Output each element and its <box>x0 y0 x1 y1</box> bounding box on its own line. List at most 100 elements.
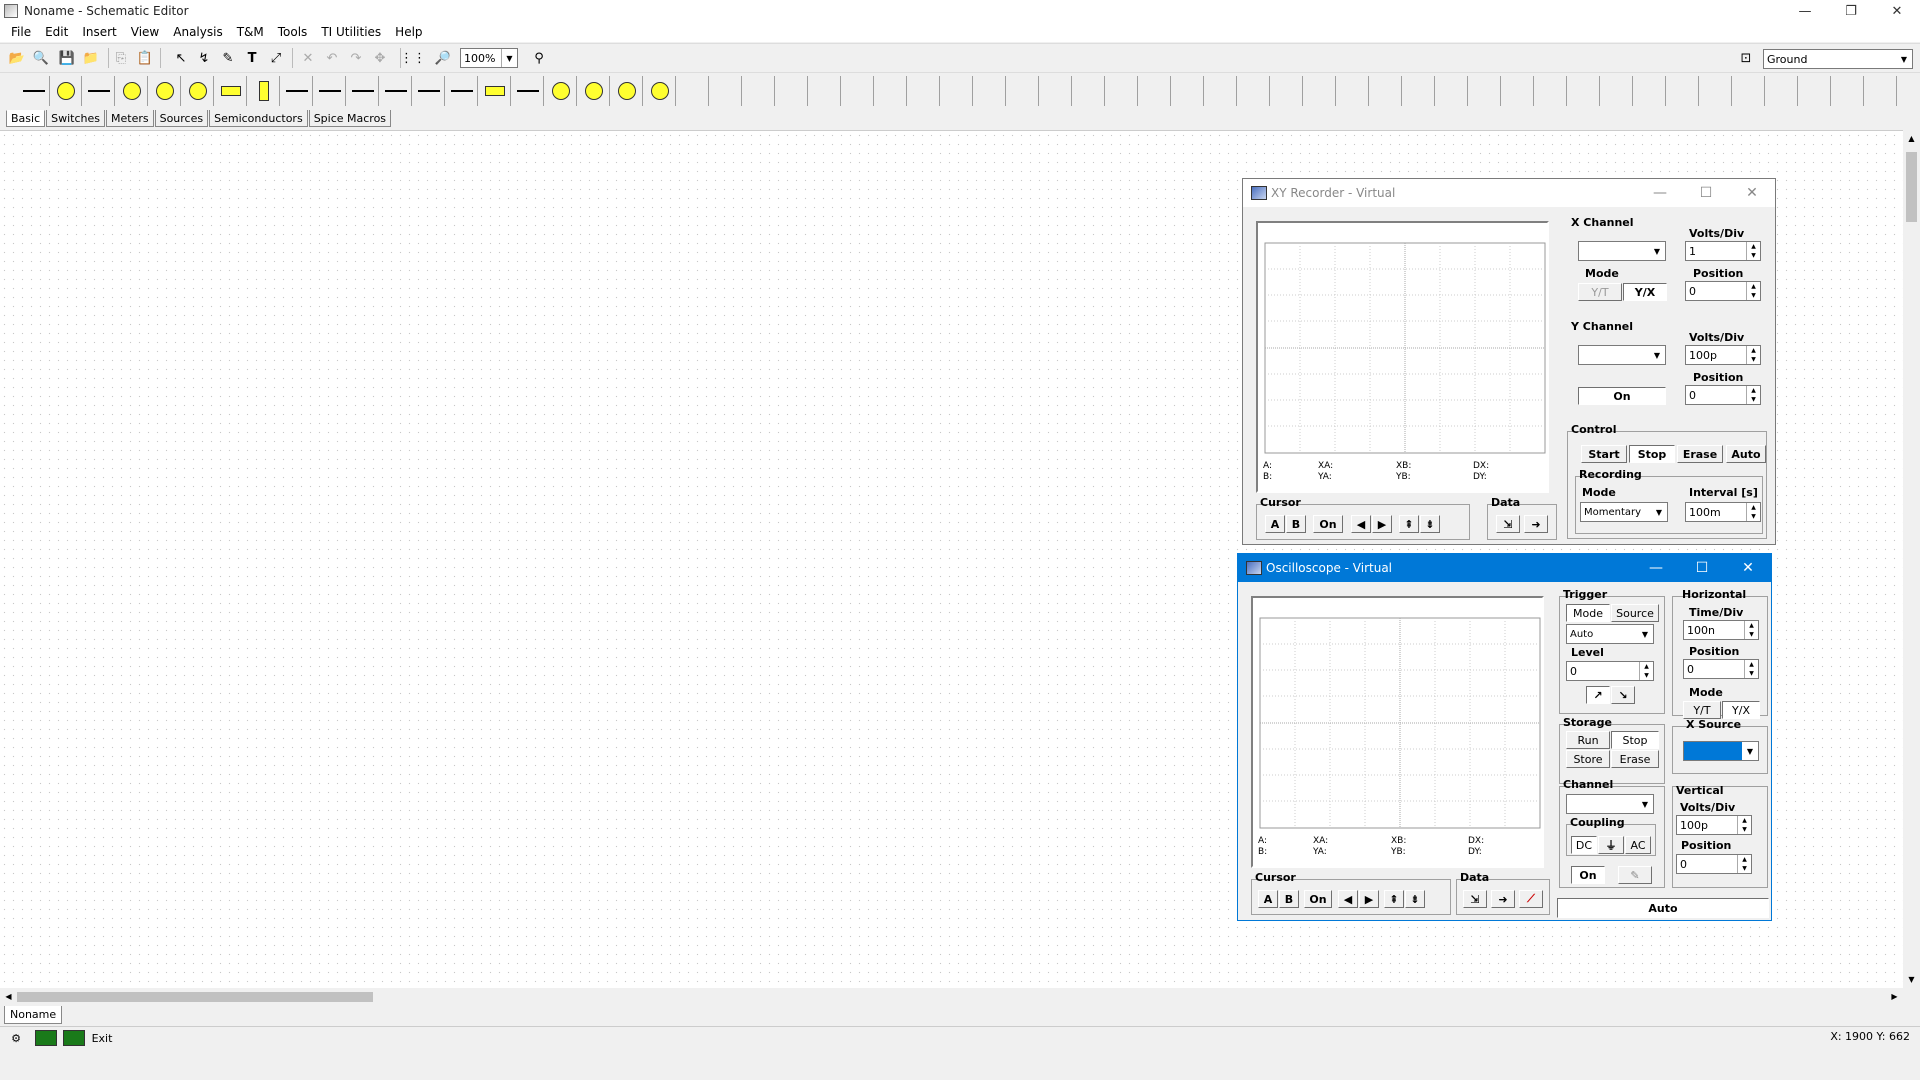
erase-button[interactable]: Erase <box>1611 750 1659 768</box>
x-channel-select[interactable]: ▼ <box>1578 241 1666 261</box>
ground-coupling-icon[interactable]: ⏚ <box>1598 836 1624 854</box>
palette-battery[interactable] <box>83 76 115 106</box>
palette-coupled-inductor[interactable] <box>380 76 412 106</box>
rising-edge-icon[interactable]: ↗ <box>1586 686 1610 704</box>
ac-button[interactable]: AC <box>1625 836 1651 854</box>
y-volts-div-spinner[interactable]: 100p ▲ ▼ <box>1685 345 1761 365</box>
scroll-down-icon[interactable]: ▼ <box>1903 971 1920 988</box>
spin-down-icon[interactable]: ▼ <box>1738 864 1751 873</box>
move-icon[interactable]: ✥ <box>369 47 391 69</box>
spin-down-icon[interactable]: ▼ <box>1738 825 1751 834</box>
scroll-thumb[interactable] <box>1906 152 1917 222</box>
vertical-scrollbar[interactable]: ▲ ▼ <box>1903 130 1920 988</box>
cursor-right-icon[interactable]: ▶ <box>1372 515 1392 533</box>
spin-up-icon[interactable]: ▲ <box>1747 282 1760 291</box>
stop-button[interactable]: Stop <box>1611 731 1659 749</box>
run-button[interactable]: Run <box>1566 731 1610 749</box>
menu-help[interactable]: Help <box>388 25 429 39</box>
palette-controlled-source[interactable] <box>578 76 610 106</box>
spin-down-icon[interactable]: ▼ <box>1747 395 1760 404</box>
scroll-up-icon[interactable]: ▲ <box>1903 130 1920 147</box>
dc-button[interactable]: DC <box>1571 836 1597 854</box>
spin-up-icon[interactable]: ▲ <box>1747 386 1760 395</box>
zoom-icon[interactable]: 🔎 <box>432 47 454 69</box>
x-mode-yx-button[interactable]: Y/X <box>1623 283 1667 301</box>
maximize-button[interactable]: ❐ <box>1828 0 1874 22</box>
palette-switch[interactable] <box>413 76 445 106</box>
trigger-source-button[interactable]: Source <box>1611 604 1659 622</box>
cursor-up-icon[interactable]: ⇞ <box>1384 890 1404 908</box>
x-position-spinner[interactable]: 0 ▲ ▼ <box>1685 281 1761 301</box>
start-button[interactable]: Start <box>1581 445 1627 463</box>
palette-potentiometer[interactable] <box>479 76 511 106</box>
monitor-2-icon[interactable] <box>62 1029 86 1047</box>
close-button[interactable]: ✕ <box>1874 0 1920 22</box>
spin-down-icon[interactable]: ▼ <box>1747 291 1760 300</box>
tab-basic[interactable]: Basic <box>6 110 46 127</box>
palette-ammeter[interactable] <box>182 76 214 106</box>
store-button[interactable]: Store <box>1566 750 1610 768</box>
open-folder-icon[interactable]: 📂 <box>6 47 28 69</box>
trigger-mode-button[interactable]: Mode <box>1566 604 1610 622</box>
palette-controlled-source-2[interactable] <box>611 76 643 106</box>
menu-ti-utilities[interactable]: TI Utilities <box>314 25 388 39</box>
palette-transformer[interactable] <box>347 76 379 106</box>
data-export-icon[interactable]: ➜ <box>1491 890 1515 908</box>
scroll-left-icon[interactable]: ◀ <box>0 988 17 1005</box>
v-position-spinner[interactable]: 0 ▲ ▼ <box>1676 854 1752 874</box>
cursor-on-button[interactable]: On <box>1313 515 1343 533</box>
cursor-down-icon[interactable]: ⇟ <box>1405 890 1425 908</box>
spin-down-icon[interactable]: ▼ <box>1745 630 1758 639</box>
close-button[interactable]: ✕ <box>1729 179 1775 207</box>
x-source-select[interactable]: ▼ <box>1683 741 1759 761</box>
spin-up-icon[interactable]: ▲ <box>1747 346 1760 355</box>
document-tab[interactable]: Noname <box>4 1006 63 1024</box>
minimize-button[interactable]: — <box>1782 0 1828 22</box>
h-mode-yx-button[interactable]: Y/X <box>1722 701 1760 719</box>
horizontal-scrollbar[interactable]: ◀ ▶ <box>0 988 1903 1005</box>
data-export-icon[interactable]: ➜ <box>1524 515 1548 533</box>
channel-select[interactable]: ▼ <box>1566 794 1654 814</box>
close-button[interactable]: ✕ <box>1725 554 1771 582</box>
cursor-right-icon[interactable]: ▶ <box>1359 890 1379 908</box>
spin-up-icon[interactable]: ▲ <box>1738 816 1751 825</box>
settings-gear-icon[interactable]: ⚙ <box>4 1029 28 1047</box>
y-position-spinner[interactable]: 0 ▲ ▼ <box>1685 385 1761 405</box>
save-icon[interactable]: 💾 <box>56 47 78 69</box>
palette-voltmeter[interactable] <box>149 76 181 106</box>
redo-icon[interactable]: ↷ <box>345 47 367 69</box>
tab-spice-macros[interactable]: Spice Macros <box>308 110 392 127</box>
grid-icon[interactable]: ⋮⋮ <box>400 47 426 69</box>
data-import-icon[interactable]: ⇲ <box>1496 515 1520 533</box>
delete-icon[interactable]: ✕ <box>297 47 319 69</box>
stop-button[interactable]: Stop <box>1629 445 1675 463</box>
palette-ground[interactable] <box>18 76 50 106</box>
menu-edit[interactable]: Edit <box>38 25 75 39</box>
channel-on-button[interactable]: On <box>1571 866 1605 884</box>
data-import-icon[interactable]: ⇲ <box>1463 890 1487 908</box>
pencil-icon[interactable]: ✎ <box>1618 866 1652 884</box>
menu-file[interactable]: File <box>4 25 38 39</box>
palette-current-source[interactable] <box>545 76 577 106</box>
paste-icon[interactable]: 📋 <box>134 47 156 69</box>
probe-icon[interactable]: ⚲ <box>528 47 550 69</box>
tab-meters[interactable]: Meters <box>106 110 154 127</box>
recording-mode-select[interactable]: Momentary ▼ <box>1580 502 1668 522</box>
tab-switches[interactable]: Switches <box>46 110 105 127</box>
palette-voltage-source[interactable] <box>50 76 82 106</box>
palette-inductor[interactable] <box>314 76 346 106</box>
cursor-b-button[interactable]: B <box>1279 890 1299 908</box>
tab-sources[interactable]: Sources <box>154 110 209 127</box>
palette-controlled-source-3[interactable] <box>644 76 676 106</box>
monitor-icon[interactable] <box>34 1029 58 1047</box>
cursor-b-button[interactable]: B <box>1286 515 1306 533</box>
palette-vertical-resistor[interactable] <box>248 76 280 106</box>
h-mode-yt-button[interactable]: Y/T <box>1683 701 1721 719</box>
maximize-button[interactable]: ☐ <box>1679 554 1725 582</box>
palette-resistor[interactable] <box>215 76 247 106</box>
cursor-a-button[interactable]: A <box>1265 515 1285 533</box>
spin-up-icon[interactable]: ▲ <box>1747 242 1760 251</box>
auto-button[interactable]: Auto <box>1557 898 1769 918</box>
label-icon[interactable]: ⤢ <box>265 47 287 69</box>
palette-capacitor[interactable] <box>281 76 313 106</box>
